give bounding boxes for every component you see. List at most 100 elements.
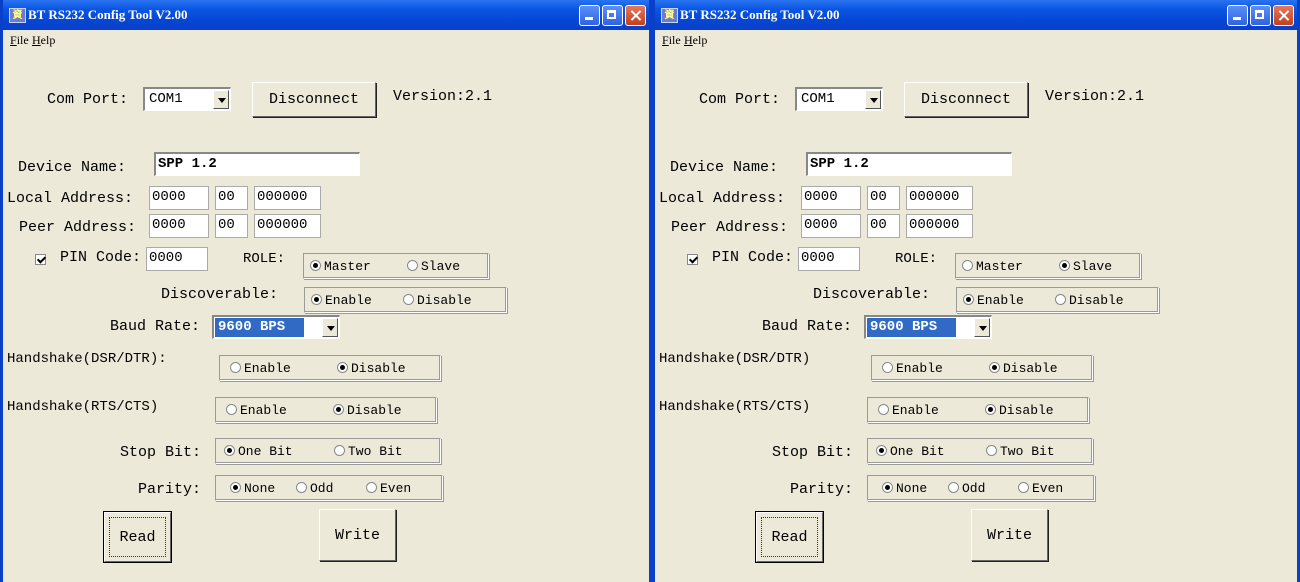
title-bar[interactable]: 資 BT RS232 Config Tool V2.00 xyxy=(655,0,1297,30)
radio-icon xyxy=(948,482,959,494)
handshake-rts-enable-option[interactable]: Enable xyxy=(226,403,287,418)
disconnect-button[interactable]: Disconnect xyxy=(904,82,1028,117)
write-button[interactable]: Write xyxy=(971,509,1048,561)
radio-icon xyxy=(333,404,344,416)
close-icon[interactable] xyxy=(625,5,646,26)
peer-address-field-1[interactable]: 0000 xyxy=(149,214,209,238)
program-icon[interactable]: 資 xyxy=(9,8,26,23)
role-master-option[interactable]: Master xyxy=(962,259,1023,274)
radio-icon xyxy=(337,362,348,374)
parity-even-option[interactable]: Even xyxy=(1018,481,1063,496)
chevron-down-icon[interactable] xyxy=(865,90,881,109)
maximize-icon[interactable] xyxy=(1250,5,1271,26)
com-port-select[interactable]: COM1 xyxy=(143,87,231,111)
role-master-option[interactable]: Master xyxy=(310,259,371,274)
baud-rate-value: 9600 BPS xyxy=(867,318,956,337)
peer-address-field-3[interactable]: 000000 xyxy=(906,214,973,238)
local-address-field-3[interactable]: 000000 xyxy=(254,186,321,210)
stop-bit-group: One Bit Two Bit xyxy=(867,438,1093,464)
pin-code-label: PIN Code: xyxy=(712,249,794,266)
handshake-rts-disable-option[interactable]: Disable xyxy=(985,403,1054,418)
handshake-rts-disable-option[interactable]: Disable xyxy=(333,403,402,418)
com-port-select[interactable]: COM1 xyxy=(795,87,883,111)
peer-address-field-3[interactable]: 000000 xyxy=(254,214,321,238)
baud-rate-select[interactable]: 9600 BPS xyxy=(212,315,340,339)
handshake-dsr-enable-option[interactable]: Enable xyxy=(882,361,943,376)
parity-none-option[interactable]: None xyxy=(230,481,275,496)
baud-rate-select[interactable]: 9600 BPS xyxy=(864,315,992,339)
window-title: BT RS232 Config Tool V2.00 xyxy=(680,7,840,22)
local-address-label: Local Address: xyxy=(7,190,134,207)
parity-odd-option[interactable]: Odd xyxy=(296,481,333,496)
local-address-field-2[interactable]: 00 xyxy=(867,186,900,210)
radio-icon xyxy=(224,445,235,457)
local-address-field-2[interactable]: 00 xyxy=(215,186,248,210)
device-name-field[interactable]: SPP 1.2 xyxy=(806,152,1012,176)
chevron-down-icon[interactable] xyxy=(213,90,229,109)
menu-help[interactable]: Help xyxy=(684,33,707,48)
close-icon[interactable] xyxy=(1273,5,1294,26)
disconnect-button[interactable]: Disconnect xyxy=(252,82,376,117)
menu-file[interactable]: File xyxy=(10,33,29,48)
role-label: ROLE: xyxy=(243,251,286,267)
handshake-rts-enable-option[interactable]: Enable xyxy=(878,403,939,418)
handshake-dsr-disable-option[interactable]: Disable xyxy=(337,361,406,376)
menu-file[interactable]: File xyxy=(662,33,681,48)
role-slave-option[interactable]: Slave xyxy=(407,259,460,274)
stop-bit-one-option[interactable]: One Bit xyxy=(224,444,293,459)
minimize-icon[interactable] xyxy=(579,5,600,26)
config-window-left: 資 BT RS232 Config Tool V2.00 File Help C… xyxy=(0,0,652,582)
discoverable-enable-option[interactable]: Enable xyxy=(311,293,372,308)
handshake-rts-cts-group: Enable Disable xyxy=(215,397,437,423)
stop-bit-one-option[interactable]: One Bit xyxy=(876,444,945,459)
parity-label: Parity: xyxy=(138,481,202,498)
stop-bit-two-option[interactable]: Two Bit xyxy=(334,444,403,459)
menu-help[interactable]: Help xyxy=(32,33,55,48)
handshake-rts-cts-group: Enable Disable xyxy=(867,397,1089,423)
peer-address-field-2[interactable]: 00 xyxy=(215,214,248,238)
role-slave-option[interactable]: Slave xyxy=(1059,259,1112,274)
window-title: BT RS232 Config Tool V2.00 xyxy=(28,7,188,22)
pin-code-field[interactable]: 0000 xyxy=(798,247,860,271)
peer-address-field-2[interactable]: 00 xyxy=(867,214,900,238)
handshake-dsr-dtr-label: Handshake(DSR/DTR): xyxy=(7,351,167,367)
parity-label: Parity: xyxy=(790,481,854,498)
discoverable-disable-option[interactable]: Disable xyxy=(403,293,472,308)
read-button[interactable]: Read xyxy=(755,511,824,563)
stop-bit-group: One Bit Two Bit xyxy=(215,438,441,464)
stop-bit-label: Stop Bit: xyxy=(120,444,202,461)
parity-odd-option[interactable]: Odd xyxy=(948,481,985,496)
discoverable-disable-option[interactable]: Disable xyxy=(1055,293,1124,308)
program-icon[interactable]: 資 xyxy=(661,8,678,23)
com-port-value: COM1 xyxy=(149,91,183,107)
read-button[interactable]: Read xyxy=(103,511,172,563)
pin-code-checkbox[interactable] xyxy=(35,254,46,265)
handshake-dsr-enable-option[interactable]: Enable xyxy=(230,361,291,376)
radio-icon xyxy=(403,294,414,306)
write-button[interactable]: Write xyxy=(319,509,396,561)
chevron-down-icon[interactable] xyxy=(974,318,990,337)
parity-even-option[interactable]: Even xyxy=(366,481,411,496)
chevron-down-icon[interactable] xyxy=(322,318,338,337)
discoverable-label: Discoverable: xyxy=(161,286,279,303)
radio-icon xyxy=(296,482,307,494)
pin-code-field[interactable]: 0000 xyxy=(146,247,208,271)
local-address-field-1[interactable]: 0000 xyxy=(801,186,861,210)
handshake-dsr-disable-option[interactable]: Disable xyxy=(989,361,1058,376)
local-address-field-3[interactable]: 000000 xyxy=(906,186,973,210)
radio-icon xyxy=(962,260,973,272)
peer-address-label: Peer Address: xyxy=(19,219,137,236)
pin-code-checkbox[interactable] xyxy=(687,254,698,265)
device-name-field[interactable]: SPP 1.2 xyxy=(154,152,360,176)
discoverable-enable-option[interactable]: Enable xyxy=(963,293,1024,308)
device-name-label: Device Name: xyxy=(670,159,779,176)
local-address-field-1[interactable]: 0000 xyxy=(149,186,209,210)
minimize-icon[interactable] xyxy=(1227,5,1248,26)
parity-none-option[interactable]: None xyxy=(882,481,927,496)
stop-bit-two-option[interactable]: Two Bit xyxy=(986,444,1055,459)
maximize-icon[interactable] xyxy=(602,5,623,26)
version-label: Version:2.1 xyxy=(393,88,493,105)
stop-bit-label: Stop Bit: xyxy=(772,444,854,461)
peer-address-field-1[interactable]: 0000 xyxy=(801,214,861,238)
title-bar[interactable]: 資 BT RS232 Config Tool V2.00 xyxy=(3,0,649,30)
